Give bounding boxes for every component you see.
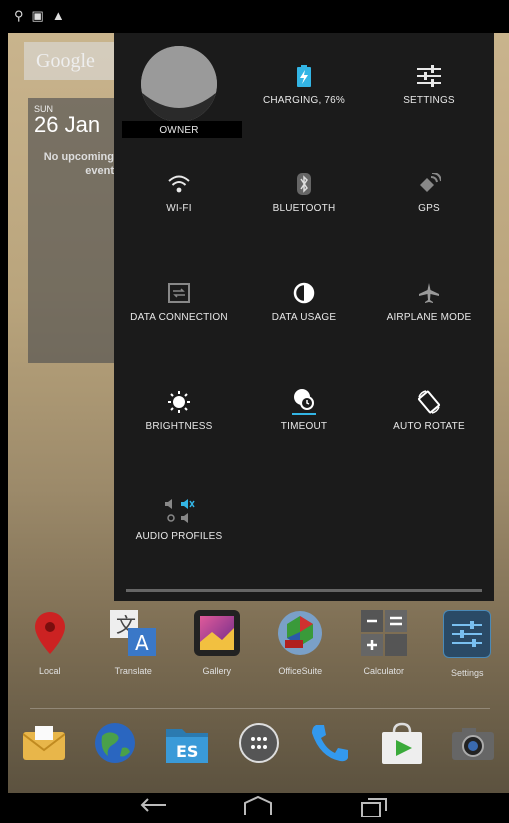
app-label: Gallery bbox=[175, 666, 259, 676]
app-officesuite[interactable]: OfficeSuite bbox=[259, 610, 343, 690]
timeout-icon bbox=[243, 387, 365, 417]
battery-charging-icon bbox=[243, 61, 365, 91]
image-icon: ▣ bbox=[32, 8, 44, 24]
tile-brightness[interactable]: BRIGHTNESS bbox=[118, 359, 240, 467]
tile-battery[interactable]: CHARGING, 76% bbox=[243, 33, 365, 141]
quick-settings-panel: OWNER CHARGING, 76% SETTINGS WI-FI BLUET… bbox=[114, 33, 494, 601]
email-icon bbox=[21, 720, 67, 766]
app-calculator[interactable]: Calculator bbox=[342, 610, 426, 690]
tile-label: DATA CONNECTION bbox=[118, 312, 240, 323]
gallery-icon bbox=[194, 610, 240, 656]
app-label: Settings bbox=[426, 668, 509, 678]
tile-label: BLUETOOTH bbox=[243, 203, 365, 214]
app-translate[interactable]: 文A Translate bbox=[92, 610, 176, 690]
app-settings[interactable]: Settings bbox=[426, 610, 509, 690]
tile-bluetooth[interactable]: BLUETOOTH bbox=[243, 141, 365, 249]
tile-label: AUTO ROTATE bbox=[368, 421, 490, 432]
bluetooth-icon bbox=[243, 169, 365, 199]
app-label: Translate bbox=[92, 666, 176, 676]
data-connection-icon bbox=[118, 278, 240, 308]
wifi-icon bbox=[118, 169, 240, 199]
calendar-empty-text: No upcoming event bbox=[34, 150, 114, 178]
tile-auto-rotate[interactable]: AUTO ROTATE bbox=[368, 359, 490, 467]
settings-sliders-icon bbox=[368, 61, 490, 91]
tile-label: CHARGING, 76% bbox=[243, 95, 365, 106]
camera-icon bbox=[450, 720, 496, 766]
tile-data-connection[interactable]: DATA CONNECTION bbox=[118, 250, 240, 358]
tile-gps[interactable]: GPS bbox=[368, 141, 490, 249]
google-search-bar[interactable]: Google bbox=[24, 42, 126, 80]
tile-label: BRIGHTNESS bbox=[118, 421, 240, 432]
auto-rotate-icon bbox=[368, 387, 490, 417]
dock-camera[interactable] bbox=[437, 720, 509, 780]
dock: ES bbox=[8, 720, 509, 780]
map-pin-icon bbox=[27, 610, 73, 656]
dock-phone[interactable] bbox=[294, 720, 366, 780]
brightness-icon bbox=[118, 387, 240, 417]
app-label: Calculator bbox=[342, 666, 426, 676]
play-store-icon bbox=[379, 720, 425, 766]
dock-divider bbox=[30, 708, 490, 709]
phone-icon bbox=[307, 720, 353, 766]
settings-icon bbox=[443, 610, 491, 658]
calendar-widget[interactable]: SUN 26 Jan No upcoming event bbox=[28, 98, 118, 363]
tile-owner[interactable]: OWNER bbox=[118, 33, 240, 141]
tile-label: DATA USAGE bbox=[243, 312, 365, 323]
navigation-bar bbox=[0, 793, 509, 819]
browser-globe-icon bbox=[92, 720, 138, 766]
tile-label: WI-FI bbox=[118, 203, 240, 214]
tile-airplane-mode[interactable]: AIRPLANE MODE bbox=[368, 250, 490, 358]
translate-icon: 文A bbox=[110, 610, 156, 656]
app-local[interactable]: Local bbox=[8, 610, 92, 690]
tile-timeout[interactable]: TIMEOUT bbox=[243, 359, 365, 467]
warning-icon: ▲ bbox=[52, 8, 65, 24]
tile-audio-profiles[interactable]: AUDIO PROFILES bbox=[118, 469, 240, 577]
svg-text:A: A bbox=[135, 631, 149, 655]
data-usage-icon bbox=[243, 278, 365, 308]
airplane-icon bbox=[368, 278, 490, 308]
tile-label: GPS bbox=[368, 203, 490, 214]
tile-label: AIRPLANE MODE bbox=[368, 312, 490, 323]
tile-label: SETTINGS bbox=[368, 95, 490, 106]
app-gallery[interactable]: Gallery bbox=[175, 610, 259, 690]
tile-label: OWNER bbox=[118, 125, 240, 136]
app-drawer-icon bbox=[236, 720, 282, 766]
officesuite-icon bbox=[277, 610, 323, 656]
calendar-date: 26 Jan bbox=[34, 112, 100, 138]
dock-email[interactable] bbox=[8, 720, 80, 780]
calculator-icon bbox=[361, 610, 407, 656]
owner-avatar-icon bbox=[141, 46, 217, 122]
panel-drag-handle[interactable] bbox=[126, 589, 482, 592]
es-file-explorer-icon: ES bbox=[164, 720, 210, 766]
svg-text:ES: ES bbox=[176, 742, 198, 761]
tile-label: AUDIO PROFILES bbox=[118, 531, 240, 542]
tile-label: TIMEOUT bbox=[243, 421, 365, 432]
home-app-row: Local 文A Translate Gallery OfficeSuite C… bbox=[8, 610, 509, 690]
tile-data-usage[interactable]: DATA USAGE bbox=[243, 250, 365, 358]
dock-browser[interactable] bbox=[80, 720, 152, 780]
dock-app-drawer[interactable] bbox=[223, 720, 295, 780]
tile-settings[interactable]: SETTINGS bbox=[368, 33, 490, 141]
usb-icon: ⚲ bbox=[14, 8, 24, 24]
status-bar: ⚲ ▣ ▲ bbox=[0, 0, 509, 33]
dock-play-store[interactable] bbox=[366, 720, 438, 780]
app-label: Local bbox=[8, 666, 92, 676]
app-label: OfficeSuite bbox=[259, 666, 343, 676]
dock-es-file-explorer[interactable]: ES bbox=[151, 720, 223, 780]
gps-icon bbox=[368, 169, 490, 199]
audio-profiles-icon bbox=[118, 497, 240, 527]
tile-wifi[interactable]: WI-FI bbox=[118, 141, 240, 249]
